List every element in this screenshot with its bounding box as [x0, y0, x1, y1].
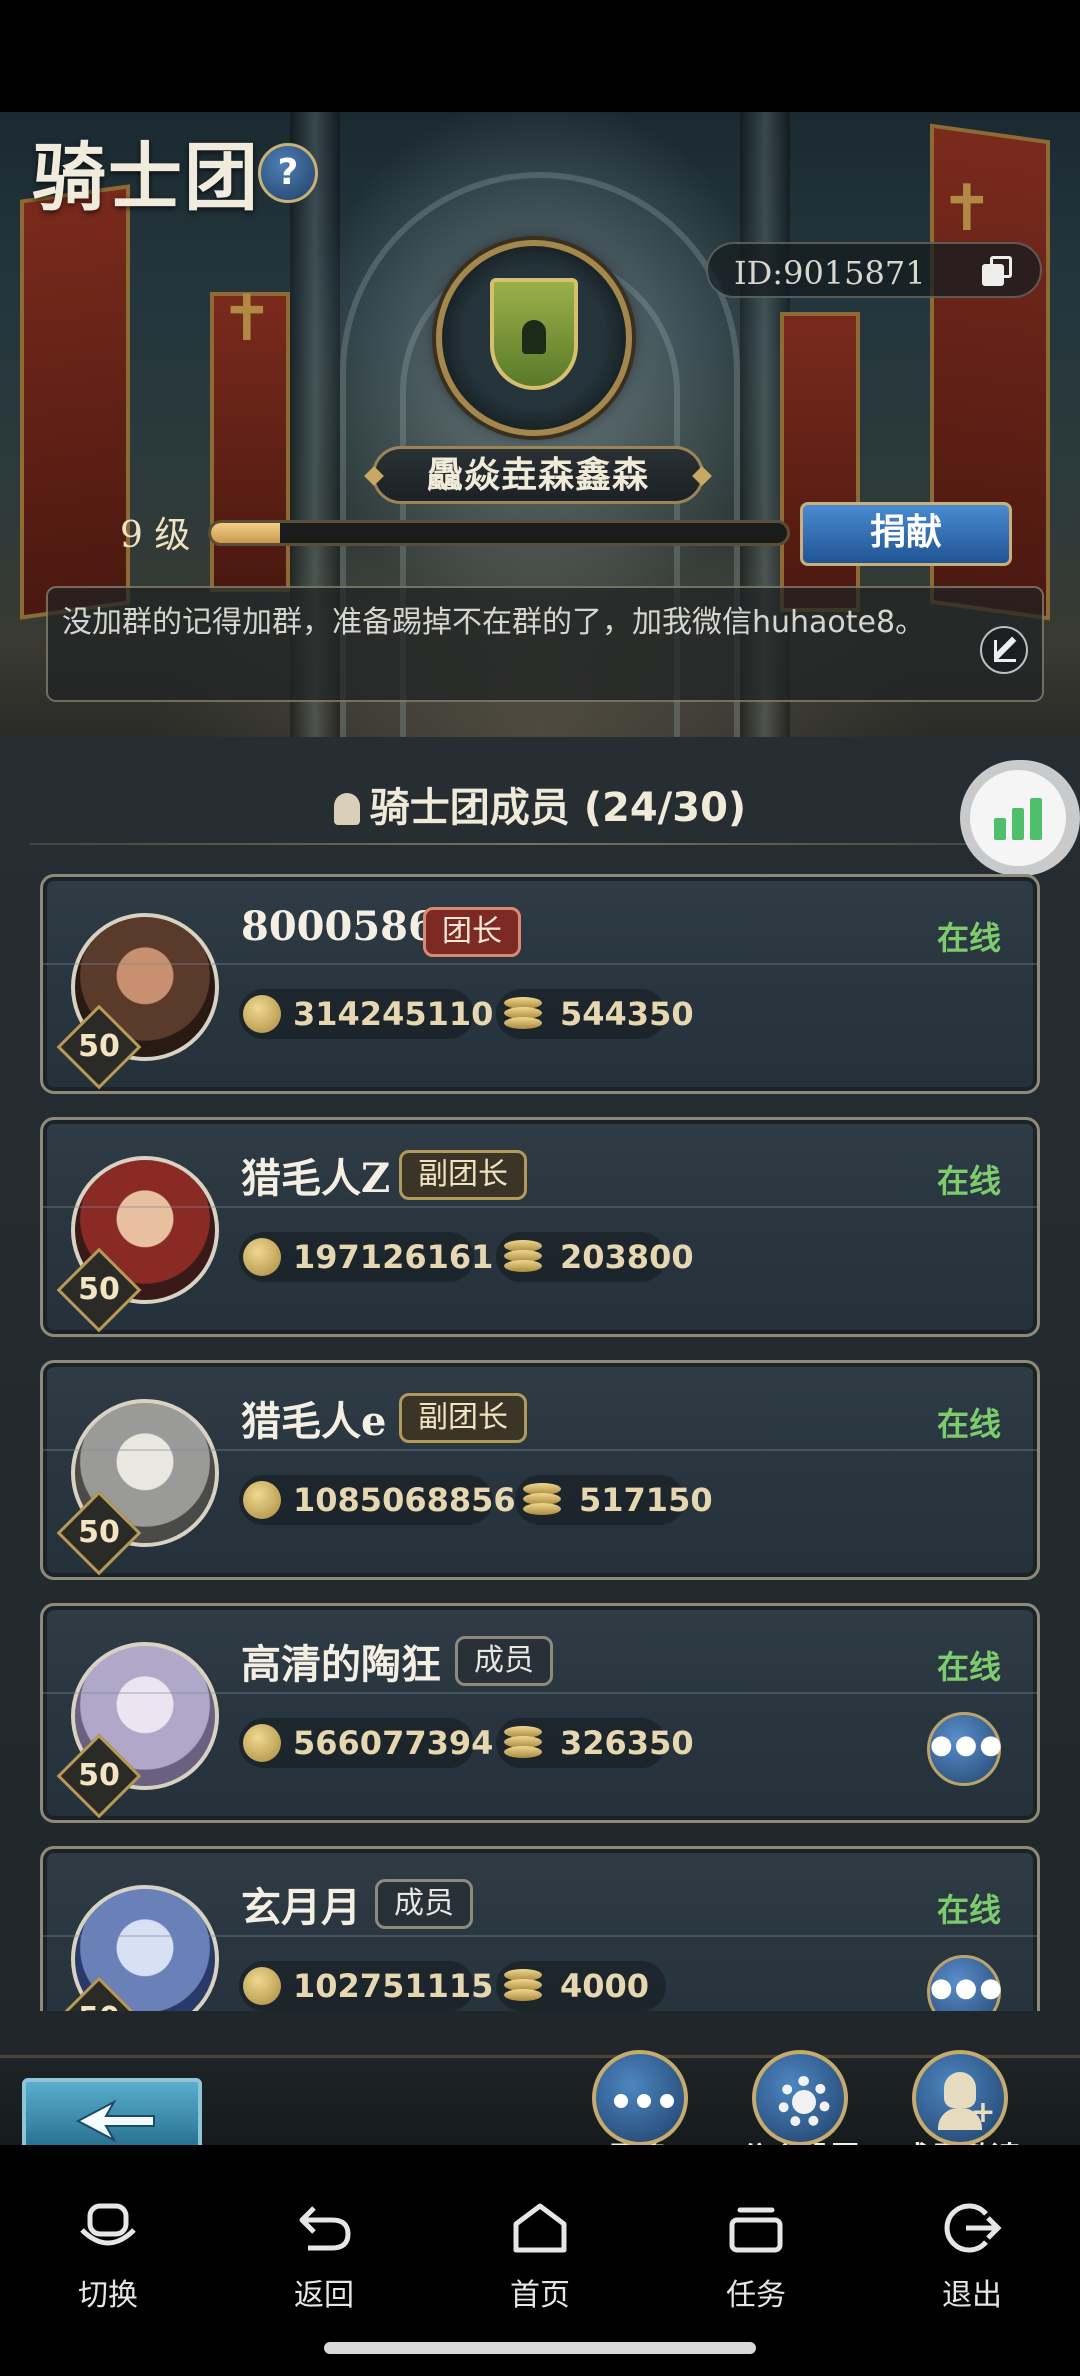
nav-back[interactable]: 返回 [254, 2200, 394, 2314]
members-title: 骑士团成员 (24/30) [369, 785, 747, 831]
member-list[interactable]: 50 8000586 团长 在线 314245110 544350 50 猎毛人Z 副团长 在线 1… [0, 868, 1080, 2011]
more-icon [592, 2050, 688, 2146]
role-badge: 成员 [455, 1636, 553, 1686]
switch-icon [80, 2203, 136, 2246]
red-banner-left [20, 184, 130, 620]
role-badge: 团长 [423, 907, 521, 957]
contribution-value: 203800 [560, 1238, 694, 1276]
announcement-box: 没加群的记得加群，准备踢掉不在群的了，加我微信huhaote8。 [46, 586, 1044, 702]
coin-icon [243, 1724, 281, 1762]
announcement-text: 没加群的记得加群，准备踢掉不在群的了，加我微信huhaote8。 [62, 605, 926, 640]
stats-button[interactable] [960, 760, 1080, 876]
nav-exit-label: 退出 [942, 2278, 1002, 2313]
contribution-value: 517150 [579, 1481, 713, 1519]
coin-stack-icon [500, 1726, 546, 1760]
bar-chart-icon [970, 770, 1066, 866]
nav-back-label: 返回 [294, 2278, 354, 2313]
online-status: 在线 [936, 1405, 1001, 1443]
member-card[interactable]: 50 高清的陶狂 成员 在线 566077394 326350 ●●● [40, 1603, 1040, 1823]
coin-icon [243, 995, 281, 1033]
nav-switch-label: 切换 [78, 2278, 138, 2313]
edit-icon[interactable] [980, 626, 1028, 674]
level-progress-fill [211, 523, 281, 543]
coin-stack-icon [500, 997, 546, 1031]
copy-icon[interactable] [982, 256, 1014, 288]
role-badge: 副团长 [399, 1150, 527, 1200]
coins-value: 1085068856 [293, 1481, 516, 1519]
coin-stack-icon [519, 1483, 565, 1517]
role-badge: 成员 [375, 1879, 473, 1929]
member-more-button[interactable]: ●●● [927, 1712, 1002, 1786]
online-status: 在线 [936, 1162, 1001, 1200]
member-name: 高清的陶狂 [241, 1641, 441, 1688]
guild-level: 9 级 [120, 515, 191, 556]
member-level: 50 [78, 1758, 120, 1793]
guild-name-plate: 飍焱垚森鑫森 [364, 446, 712, 504]
guild-emblem [436, 240, 632, 436]
nav-switch[interactable]: 切换 [38, 2200, 178, 2314]
status-bar [0, 0, 1080, 112]
nav-tasks-label: 任务 [726, 2278, 786, 2313]
tasks-icon [729, 2207, 783, 2253]
member-card[interactable]: 50 8000586 团长 在线 314245110 544350 [40, 874, 1040, 1094]
coins-value: 102751115 [293, 1967, 494, 2005]
home-icon [513, 2203, 567, 2253]
online-status: 在线 [936, 1891, 1001, 1929]
person-icon [333, 793, 360, 825]
contribution-value: 4000 [560, 1967, 650, 2005]
nav-home[interactable]: 首页 [470, 2200, 610, 2314]
member-card[interactable]: 50 玄月月成员 在线 102751115 4000 ●●● [40, 1846, 1040, 2011]
member-level: 50 [78, 1515, 120, 1550]
guild-name: 飍焱垚森鑫森 [426, 454, 649, 496]
coin-icon [243, 1238, 281, 1276]
member-card[interactable]: 50 猎毛人Z 副团长 在线 197126161 203800 [40, 1117, 1040, 1337]
guild-id-text: ID:9015871 [734, 254, 926, 292]
add-user-icon: + [912, 2050, 1008, 2146]
member-level: 50 [78, 1029, 120, 1064]
role-badge: 副团长 [399, 1393, 527, 1443]
nav-home-label: 首页 [510, 2278, 570, 2313]
cross-ornament-right: ✝ [940, 172, 994, 246]
members-header: 骑士团成员 (24/30) [0, 775, 1080, 833]
coin-icon [243, 1967, 281, 2005]
member-name: 猎毛人Z [241, 1155, 391, 1202]
help-button[interactable]: ? [258, 143, 318, 203]
divider [30, 843, 1030, 845]
cross-ornament-left: ✝ [220, 282, 274, 356]
online-status: 在线 [936, 919, 1001, 957]
member-name: 猎毛人e [241, 1398, 387, 1445]
member-name: 8000586 [241, 903, 436, 950]
back-arrow-icon [75, 2099, 155, 2143]
gear-icon [752, 2050, 848, 2146]
coins-value: 566077394 [293, 1724, 494, 1762]
shield-icon [490, 278, 578, 390]
member-level: 50 [69, 1989, 129, 2011]
contribution-value: 544350 [560, 995, 694, 1033]
coins-value: 314245110 [293, 995, 494, 1033]
undo-arrow-icon [299, 2206, 351, 2251]
contribution-value: 326350 [560, 1724, 694, 1762]
exit-icon [944, 2203, 1002, 2253]
gesture-home-bar[interactable] [324, 2342, 756, 2354]
member-card[interactable]: 50 猎毛人e 副团长 在线 1085068856 517150 [40, 1360, 1040, 1580]
member-more-button[interactable]: ●●● [927, 1955, 1002, 2011]
guild-id-display: ID:9015871 [706, 242, 1042, 298]
donate-button[interactable]: 捐献 [800, 502, 1012, 566]
online-status: 在线 [936, 1648, 1001, 1686]
level-progress-bar [208, 520, 790, 546]
member-level: 50 [78, 1272, 120, 1307]
member-name: 玄月月 [241, 1884, 361, 1931]
nav-tasks[interactable]: 任务 [686, 2200, 826, 2314]
coins-value: 197126161 [293, 1238, 494, 1276]
nav-exit[interactable]: 退出 [902, 2200, 1042, 2314]
coin-icon [243, 1481, 281, 1519]
coin-stack-icon [500, 1969, 546, 2003]
page-title: 骑士团 [32, 135, 260, 221]
coin-stack-icon [500, 1240, 546, 1274]
red-banner-right-2 [780, 312, 860, 612]
